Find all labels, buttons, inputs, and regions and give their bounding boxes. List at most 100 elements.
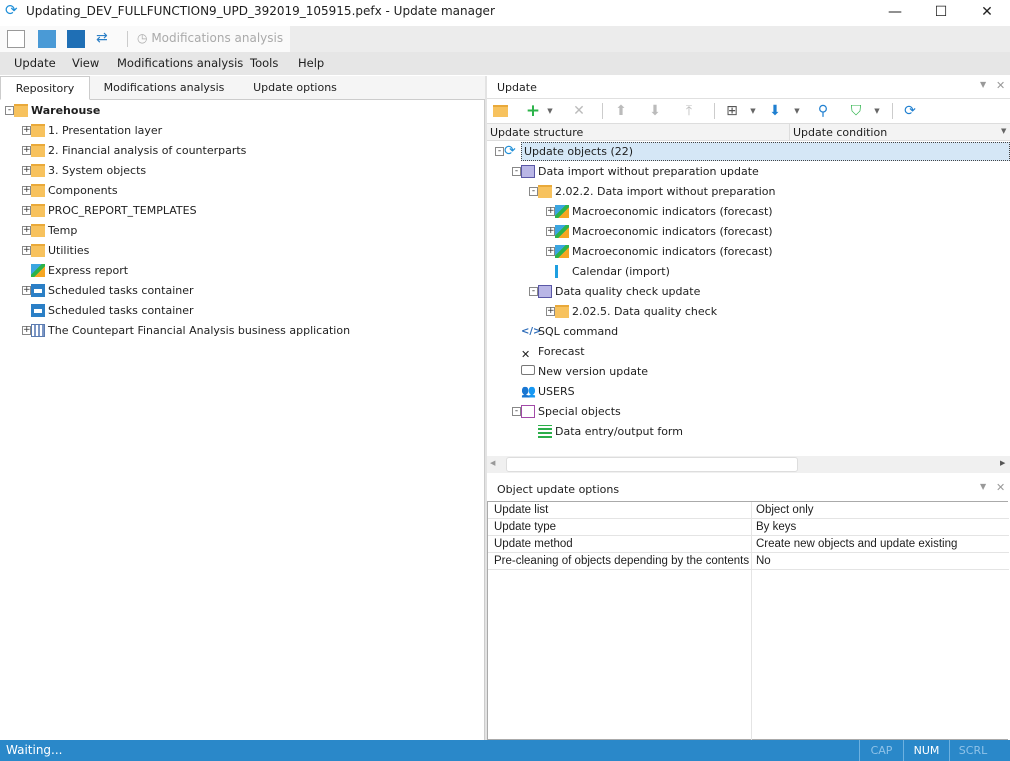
save-icon[interactable] — [67, 30, 85, 48]
open-file-icon[interactable] — [38, 30, 56, 48]
menu-view[interactable]: View — [72, 56, 99, 70]
option-row[interactable]: Update type By keys — [488, 519, 1009, 536]
expand-icon[interactable]: + — [22, 146, 31, 155]
scroll-right-icon[interactable]: ▶ — [1000, 459, 1005, 467]
tree-item[interactable]: </> SQL command — [487, 322, 1010, 342]
menu-modifications-analysis[interactable]: Modifications analysis — [117, 56, 243, 70]
modifications-analysis-button[interactable]: ◷ Modifications analysis — [137, 31, 283, 45]
tree-item[interactable]: - Warehouse — [0, 101, 484, 121]
expand-icon[interactable]: + — [22, 286, 31, 295]
option-value[interactable]: Create new objects and update existing — [756, 536, 957, 553]
scrollbar-thumb[interactable] — [506, 457, 798, 472]
tree-item[interactable]: +2. Financial analysis of counterparts — [0, 141, 484, 161]
tree-item[interactable]: +3. System objects — [0, 161, 484, 181]
tree-item[interactable]: + PROC_REPORT_TEMPLATES — [0, 201, 484, 221]
tree-item[interactable]: 👥 USERS — [487, 382, 1010, 402]
tab-update-options[interactable]: Update options — [240, 76, 350, 100]
filter-icon[interactable]: ⛉ — [848, 103, 864, 119]
search-icon[interactable]: ⚲ — [815, 103, 831, 119]
tree-item[interactable]: - Data quality check update — [487, 282, 1010, 302]
menu-tools[interactable]: Tools — [250, 56, 278, 70]
tree-item[interactable]: + Components — [0, 181, 484, 201]
collapse-icon[interactable]: - — [512, 167, 521, 176]
tree-item[interactable]: +2.02.5. Data quality check — [487, 302, 1010, 322]
tree-item[interactable]: Scheduled tasks container — [0, 301, 484, 321]
expand-icon[interactable]: + — [22, 326, 31, 335]
expand-icon[interactable]: + — [22, 186, 31, 195]
panel-menu-icon[interactable]: ▼ — [980, 80, 986, 89]
tree-item[interactable]: New version update — [487, 362, 1010, 382]
expand-icon[interactable]: + — [22, 226, 31, 235]
option-row[interactable]: Update list Object only — [488, 502, 1009, 519]
tab-repository[interactable]: Repository — [0, 76, 90, 100]
option-value[interactable]: Object only — [756, 502, 814, 519]
tab-modifications-analysis[interactable]: Modifications analysis — [96, 76, 232, 100]
update-procedure-icon — [521, 165, 535, 178]
tree-item[interactable]: - Data import without preparation update — [487, 162, 1010, 182]
expand-icon[interactable]: + — [546, 307, 555, 316]
scroll-left-icon[interactable]: ◀ — [490, 459, 495, 467]
collapse-icon[interactable]: - — [529, 287, 538, 296]
option-value[interactable]: No — [756, 553, 771, 570]
column-update-condition[interactable]: Update condition — [793, 126, 887, 139]
tree-item[interactable]: - Special objects — [487, 402, 1010, 422]
tree-item[interactable]: + Macroeconomic indicators (forecast) — [487, 202, 1010, 222]
panel-menu-icon[interactable]: ▼ — [980, 482, 986, 491]
expand-icon[interactable]: + — [22, 206, 31, 215]
move-top-icon[interactable]: ⤒ — [681, 103, 697, 119]
expand-icon[interactable]: + — [22, 166, 31, 175]
tree-item[interactable]: Data entry/output form — [487, 422, 1010, 442]
tree-item[interactable]: + Scheduled tasks container — [0, 281, 484, 301]
column-update-structure[interactable]: Update structure — [490, 126, 583, 139]
tree-item[interactable]: + Utilities — [0, 241, 484, 261]
option-row[interactable]: Update method Create new objects and upda… — [488, 536, 1009, 553]
expand-icon[interactable]: + — [546, 227, 555, 236]
new-file-icon[interactable] — [7, 30, 25, 48]
horizontal-scrollbar[interactable]: ◀ ▶ — [487, 456, 1010, 473]
tree-item[interactable]: Express report — [0, 261, 484, 281]
minimize-button[interactable]: — — [872, 0, 918, 25]
expand-icon[interactable]: + — [546, 207, 555, 216]
add-dropdown-icon[interactable]: ▼ — [542, 103, 558, 119]
tree-item[interactable]: - ⟳ Update objects (22) — [487, 142, 1010, 162]
option-value[interactable]: By keys — [756, 519, 796, 536]
tree-item[interactable]: + Macroeconomic indicators (forecast) — [487, 242, 1010, 262]
menu-help[interactable]: Help — [298, 56, 324, 70]
download-icon[interactable]: ⬇ — [767, 103, 783, 119]
expand-icon[interactable]: + — [22, 246, 31, 255]
move-up-icon[interactable]: ⬆ — [613, 103, 629, 119]
download-dropdown-icon[interactable]: ▼ — [789, 103, 805, 119]
maximize-button[interactable]: ☐ — [918, 0, 964, 25]
panel-close-icon[interactable]: ✕ — [996, 481, 1005, 494]
hierarchy-dropdown-icon[interactable]: ▼ — [745, 103, 761, 119]
tree-item[interactable]: + Temp — [0, 221, 484, 241]
delete-icon[interactable]: ✕ — [571, 103, 587, 119]
add-icon[interactable]: + — [525, 103, 541, 120]
tree-item[interactable]: +1. Presentation layer — [0, 121, 484, 141]
move-down-icon[interactable]: ⬇ — [647, 103, 663, 119]
hierarchy-icon[interactable]: ⊞ — [724, 103, 740, 119]
expand-icon[interactable]: + — [22, 126, 31, 135]
folder-icon[interactable] — [493, 105, 508, 117]
tree-item[interactable]: ✕ Forecast — [487, 342, 1010, 362]
swap-icon[interactable]: ⇄ — [96, 30, 114, 48]
folder-icon — [14, 104, 28, 117]
tree-item[interactable]: + The Countepart Financial Analysis busin… — [0, 321, 484, 341]
expand-icon[interactable]: + — [546, 247, 555, 256]
collapse-icon[interactable]: - — [495, 147, 504, 156]
update-toolbar: + ▼ ✕ ⬆ ⬇ ⤒ ⊞ ▼ ⬇ ▼ ⚲ ⛉ ▼ ⟳ — [487, 99, 1010, 123]
tree-item[interactable]: + Macroeconomic indicators (forecast) — [487, 222, 1010, 242]
tree-item[interactable]: - 2.02.2. Data import without preparation — [487, 182, 1010, 202]
tree-item[interactable]: Calendar (import) — [487, 262, 1010, 282]
close-button[interactable]: ✕ — [964, 0, 1010, 25]
tree-item-label: Data quality check update — [555, 285, 701, 298]
filter-dropdown-icon[interactable]: ▼ — [869, 103, 885, 119]
option-row[interactable]: Pre-cleaning of objects depending by the… — [488, 553, 1009, 570]
collapse-icon[interactable]: - — [5, 106, 14, 115]
column-dropdown-icon[interactable]: ▼ — [1001, 127, 1006, 135]
refresh-icon[interactable]: ⟳ — [902, 103, 918, 119]
collapse-icon[interactable]: - — [529, 187, 538, 196]
panel-close-icon[interactable]: ✕ — [996, 79, 1005, 92]
collapse-icon[interactable]: - — [512, 407, 521, 416]
menu-update[interactable]: Update — [14, 56, 56, 70]
